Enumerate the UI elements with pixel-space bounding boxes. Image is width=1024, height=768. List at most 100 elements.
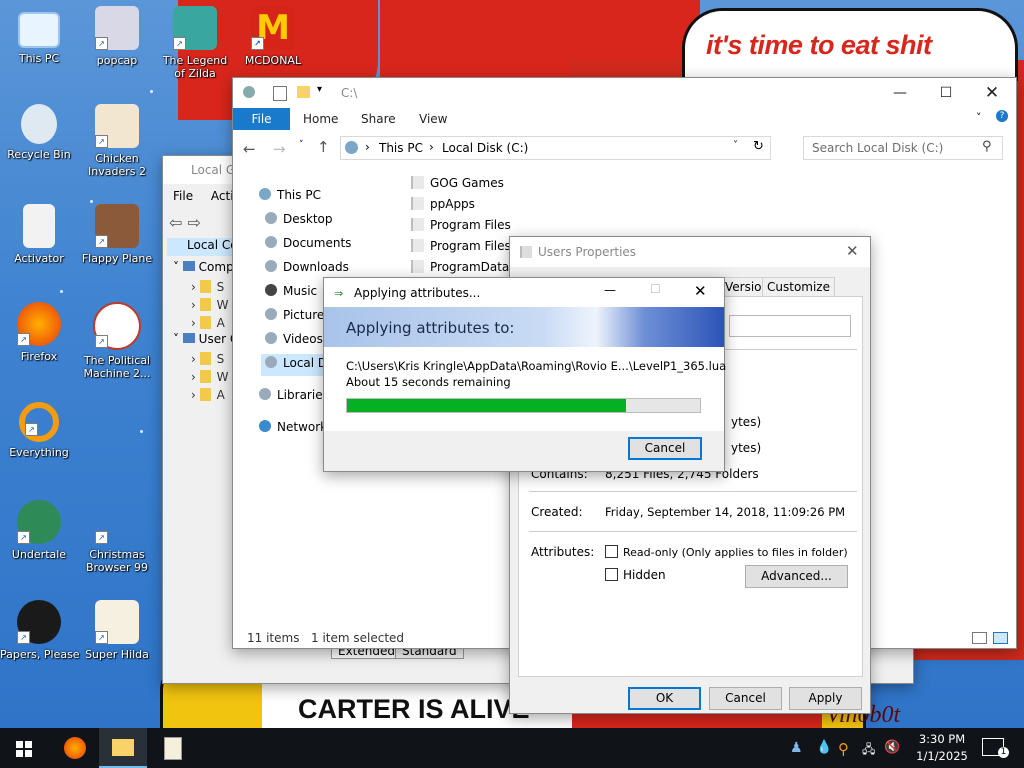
properties-close-button[interactable]: ✕ (846, 242, 859, 260)
checkbox-icon (605, 545, 618, 558)
refresh-icon[interactable]: ↻ (753, 139, 764, 154)
desktop-icon-political-machine[interactable]: ↗ The Political Machine 2... (78, 302, 156, 380)
ribbon-expand-icon[interactable]: ˅ (976, 111, 982, 124)
explorer-titlebar[interactable]: ▾ C:\ — ☐ ✕ (233, 78, 1016, 108)
desktop-icon-flappy-plane[interactable]: ↗ Flappy Plane (78, 204, 156, 265)
address-dropdown-icon[interactable]: ˅ (733, 140, 738, 151)
people-tray-icon[interactable]: ♟ (790, 740, 803, 756)
maximize-button[interactable]: ☐ (923, 78, 969, 108)
tree-item-computer-config[interactable]: ˅ Computer Configuration (173, 260, 239, 274)
back-forward-icons[interactable]: ⇦ ⇨ (169, 213, 201, 232)
forward-icon[interactable]: → (273, 140, 286, 158)
everything-tray-icon[interactable]: ⚲ (838, 740, 849, 758)
christmas-tree-icon: ↗ (95, 500, 139, 544)
minimize-button[interactable]: — (877, 78, 923, 108)
progress-cancel-button[interactable]: Cancel (628, 437, 702, 460)
taskbar-notepad[interactable] (148, 728, 196, 768)
help-icon[interactable]: ? (996, 110, 1008, 122)
search-input[interactable]: Search Local Disk (C:) ⚲ (803, 136, 1003, 160)
folder-name-field[interactable] (729, 315, 851, 337)
firefox-icon (64, 737, 86, 759)
notification-center-button[interactable]: 1 (982, 738, 1009, 758)
taskbar-file-explorer[interactable] (99, 728, 147, 768)
large-icons-view-icon[interactable] (993, 632, 1008, 644)
qat-dropdown-icon[interactable]: ▾ (317, 84, 322, 95)
menu-file[interactable]: File (173, 189, 193, 203)
address-bar[interactable]: › This PC › Local Disk (C:) ˅ ↻ (340, 136, 771, 160)
desktop-icon-this-pc[interactable]: This PC (0, 6, 78, 65)
file-row[interactable]: GOG Games (411, 176, 504, 190)
desktop-icon-super-hilda[interactable]: ↗ Super Hilda (78, 600, 156, 661)
ribbon-tab-share[interactable]: Share (361, 112, 396, 126)
clock[interactable]: 3:30 PM 1/1/2025 (912, 731, 972, 765)
nav-libraries[interactable]: Libraries (259, 388, 329, 402)
progress-minimize-button[interactable]: — (604, 283, 616, 297)
computer-icon (259, 188, 271, 200)
readonly-checkbox[interactable]: Read-only (Only applies to files in fold… (605, 545, 848, 559)
advanced-button[interactable]: Advanced... (745, 565, 848, 588)
ribbon-tab-home[interactable]: Home (303, 112, 338, 126)
folder-icon (411, 197, 424, 210)
snowflake (90, 200, 93, 203)
breadcrumb-this-pc[interactable]: This PC (379, 141, 423, 155)
status-item-count: 11 items (247, 631, 300, 645)
applying-attributes-dialog[interactable]: ⇒ Applying attributes... — ☐ ✕ Applying … (323, 277, 726, 472)
properties-quick-icon[interactable] (273, 86, 287, 101)
desktop-icon-undertale[interactable]: ↗ Undertale (0, 500, 78, 561)
nav-desktop[interactable]: Desktop (265, 212, 333, 226)
breadcrumb-local-disk[interactable]: Local Disk (C:) (442, 141, 528, 155)
file-row[interactable]: ppApps (411, 197, 475, 211)
nav-downloads[interactable]: Downloads (265, 260, 349, 274)
taskbar-firefox[interactable] (50, 728, 98, 768)
photo-icon: ↗ (95, 204, 139, 248)
recent-dropdown-icon[interactable]: ˅ (299, 140, 304, 150)
ribbon-tab-file[interactable]: File (233, 108, 290, 130)
nav-music[interactable]: Music (265, 284, 317, 298)
new-folder-quick-icon[interactable] (297, 86, 310, 98)
progress-titlebar[interactable]: ⇒ Applying attributes... — ☐ ✕ (324, 278, 724, 307)
ribbon-tab-view[interactable]: View (419, 112, 447, 126)
desktop-icon-christmas-browser[interactable]: ↗ Christmas Browser 99 (78, 500, 156, 574)
nav-videos[interactable]: Videos (265, 332, 323, 346)
copy-arrow-icon: ⇒ (334, 287, 344, 300)
nav-local-disk[interactable]: Local Disk (C:) (261, 354, 325, 376)
tree-subfolders: › S › W › A › S › W › A (191, 280, 229, 402)
network-tray-icon[interactable]: 🖧 (862, 740, 875, 761)
cancel-button[interactable]: Cancel (709, 687, 782, 710)
nav-documents[interactable]: Documents (265, 236, 351, 250)
close-button[interactable]: ✕ (969, 78, 1015, 108)
desktop-icon-everything[interactable]: ↗ Everything (0, 402, 78, 459)
progress-close-button[interactable]: ✕ (694, 282, 707, 300)
desktop-icon-legend-of-zilda[interactable]: ↗ The Legend of Zilda (156, 6, 234, 80)
details-view-icon[interactable] (972, 632, 987, 644)
ok-button[interactable]: OK (628, 687, 701, 710)
speech-bubble-text: it's time to eat shit (706, 30, 932, 60)
desktop-icon-chicken-invaders[interactable]: ↗ Chicken Invaders 2 (78, 104, 156, 178)
hidden-checkbox[interactable]: Hidden (605, 568, 666, 582)
desktop-icon-papers-please[interactable]: ↗ Papers, Please (0, 600, 80, 661)
folder-icon (411, 176, 424, 189)
clock-time: 3:30 PM (918, 732, 966, 746)
desktop-icon-activator[interactable]: Activator (0, 204, 78, 265)
start-button[interactable] (0, 728, 48, 768)
back-icon[interactable]: ← (243, 140, 256, 158)
explorer-app-icon (243, 86, 255, 98)
volume-muted-tray-icon[interactable]: 🔇 (884, 740, 900, 755)
apply-button[interactable]: Apply (789, 687, 862, 710)
nav-network[interactable]: Network (259, 420, 327, 434)
desktop-icon-mcdonalds[interactable]: M ↗ MCDONAL (234, 6, 312, 67)
progress-title: Applying attributes... (354, 286, 481, 300)
papers-please-icon: ↗ (17, 600, 61, 644)
desktop-icon-firefox[interactable]: ↗ Firefox (0, 302, 78, 363)
desktop-icon-popcap[interactable]: ↗ popcap (78, 6, 156, 67)
up-icon[interactable]: ↑ (317, 138, 330, 156)
properties-titlebar[interactable]: Users Properties ✕ (510, 237, 870, 267)
water-drop-tray-icon[interactable]: 💧 (816, 740, 832, 755)
file-row[interactable]: ProgramData (411, 260, 509, 274)
nav-this-pc[interactable]: This PC (259, 188, 321, 202)
folder-icon (411, 260, 424, 273)
desktop-icon-recycle-bin[interactable]: Recycle Bin (0, 104, 78, 161)
file-row[interactable]: Program Files (411, 218, 511, 232)
tab-customize[interactable]: Customize (762, 277, 835, 296)
nav-pictures[interactable]: Pictures (265, 308, 331, 322)
